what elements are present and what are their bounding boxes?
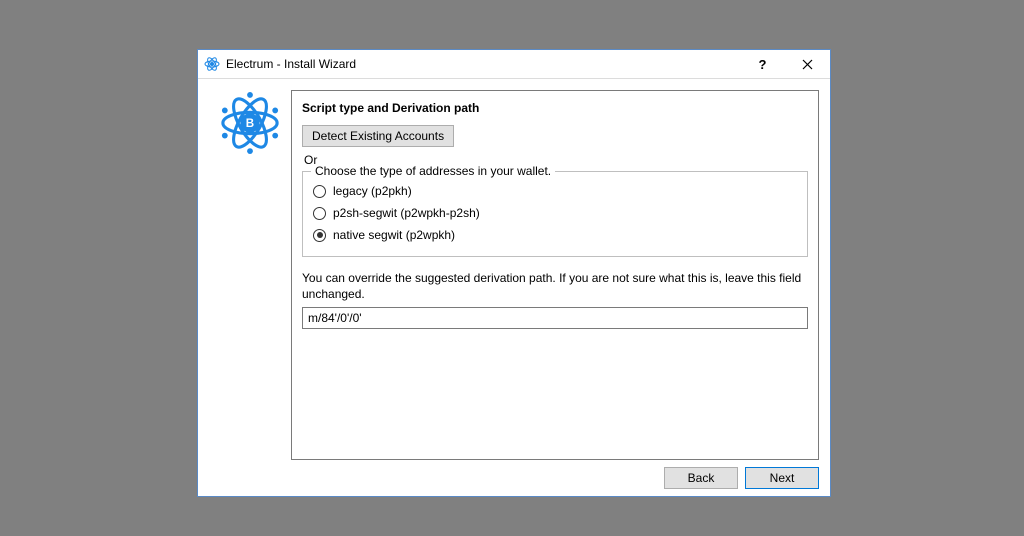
back-button[interactable]: Back	[664, 467, 738, 489]
radio-icon	[313, 229, 326, 242]
radio-label: legacy (p2pkh)	[333, 184, 412, 198]
close-button[interactable]	[785, 50, 830, 79]
wizard-panel: Script type and Derivation path Detect E…	[291, 90, 819, 460]
close-icon	[802, 59, 813, 70]
radio-label: p2sh-segwit (p2wpkh-p2sh)	[333, 206, 480, 220]
radio-native-segwit[interactable]: native segwit (p2wpkh)	[313, 224, 797, 246]
radio-icon	[313, 185, 326, 198]
window-title: Electrum - Install Wizard	[226, 57, 356, 71]
next-button[interactable]: Next	[745, 467, 819, 489]
radio-legacy[interactable]: legacy (p2pkh)	[313, 180, 797, 202]
logo-column: B	[209, 90, 291, 460]
svg-text:B: B	[246, 117, 254, 130]
detect-existing-accounts-button[interactable]: Detect Existing Accounts	[302, 125, 454, 147]
app-icon	[204, 56, 220, 72]
radio-icon	[313, 207, 326, 220]
titlebar: Electrum - Install Wizard ?	[198, 50, 830, 79]
panel-title: Script type and Derivation path	[302, 101, 808, 115]
address-type-fieldset: Choose the type of addresses in your wal…	[302, 171, 808, 257]
derivation-hint: You can override the suggested derivatio…	[302, 271, 808, 302]
install-wizard-window: Electrum - Install Wizard ?	[197, 49, 831, 497]
client-area: B Script type and Derivation path Detect…	[198, 79, 830, 496]
radio-label: native segwit (p2wpkh)	[333, 228, 455, 242]
derivation-path-input[interactable]	[302, 307, 808, 329]
fieldset-legend: Choose the type of addresses in your wal…	[311, 164, 555, 178]
electrum-logo-icon: B	[219, 92, 281, 157]
radio-p2sh-segwit[interactable]: p2sh-segwit (p2wpkh-p2sh)	[313, 202, 797, 224]
wizard-button-row: Back Next	[209, 467, 819, 489]
help-button[interactable]: ?	[740, 50, 785, 79]
